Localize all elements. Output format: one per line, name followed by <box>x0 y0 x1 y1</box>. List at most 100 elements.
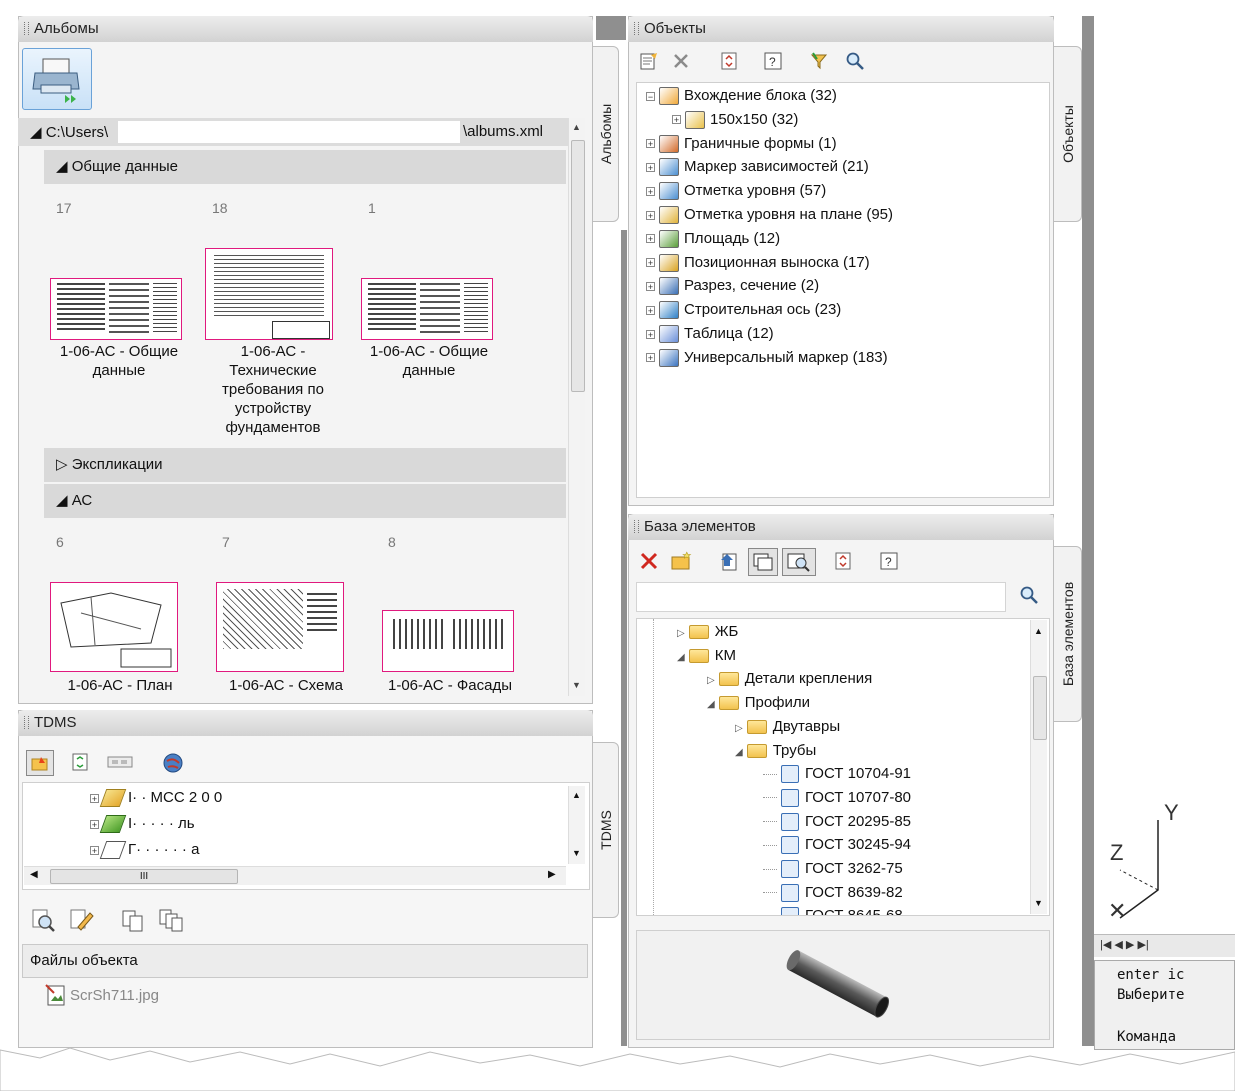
objects-tree-item[interactable]: + Маркер зависимостей (21) <box>646 156 869 178</box>
collapse-icon[interactable]: − <box>646 91 655 101</box>
tdms-hscrollbar[interactable]: ◀ III ▶ <box>24 866 566 885</box>
expand-icon[interactable]: + <box>646 186 655 196</box>
expand-icon[interactable]: + <box>646 281 655 291</box>
sheet-thumbnail[interactable] <box>50 278 182 340</box>
expand-arrow-icon[interactable]: ▷ <box>735 723 743 734</box>
objects-tree-item[interactable]: − Вхождение блока (32) <box>646 85 837 107</box>
properties-button[interactable] <box>638 50 660 72</box>
last-tab-icon[interactable]: ▶| <box>1137 939 1148 951</box>
splitter[interactable] <box>621 230 627 1046</box>
scroll-up-arrow[interactable]: ▲ <box>572 122 581 132</box>
objects-tree-item[interactable]: + Позиционная выноска (17) <box>646 252 870 274</box>
objects-tree-item[interactable]: + Разрез, сечение (2) <box>646 275 819 297</box>
refresh-objects-button[interactable] <box>718 50 740 72</box>
web-button[interactable] <box>160 750 186 776</box>
command-window[interactable]: enter ic Выберите Команда <box>1094 960 1235 1050</box>
view-mode-button-1[interactable] <box>748 548 778 576</box>
elements-standard-item[interactable]: ГОСТ 3262-75 <box>763 858 903 880</box>
open-object-button[interactable] <box>26 750 54 776</box>
search-button[interactable] <box>844 50 866 72</box>
elements-scrollbar[interactable]: ▲ ▼ <box>1030 620 1047 914</box>
copy-file-button[interactable] <box>118 906 148 934</box>
elements-search-button[interactable] <box>1018 584 1040 606</box>
expand-icon[interactable]: + <box>646 210 655 220</box>
albums-scrollbar[interactable]: ▲ ▼ <box>568 118 585 696</box>
expand-icon[interactable]: + <box>646 329 655 339</box>
scroll-thumb[interactable] <box>1033 676 1047 740</box>
elements-folder-item[interactable]: ▷ Двутавры <box>735 716 840 738</box>
group-header-explications[interactable]: ▷ Экспликации <box>44 448 566 482</box>
objects-tree-item[interactable]: + Площадь (12) <box>646 228 780 250</box>
tab-albums[interactable]: Альбомы <box>593 46 619 222</box>
elements-standard-item[interactable]: ГОСТ 20295-85 <box>763 811 911 833</box>
file-item[interactable]: ScrSh711.jpg <box>44 982 159 1008</box>
elements-standard-item[interactable]: ГОСТ 8645-68 <box>763 905 903 915</box>
sheet-thumbnail[interactable] <box>382 610 514 672</box>
tab-elements[interactable]: База элементов <box>1054 546 1082 722</box>
help-elements-button[interactable]: ? <box>878 550 900 572</box>
hscroll-thumb[interactable]: III <box>50 869 238 884</box>
next-tab-icon[interactable]: ▶ <box>1126 939 1134 951</box>
sheet-thumbnail[interactable] <box>216 582 344 672</box>
expand-arrow-icon[interactable]: ▷ <box>707 675 715 686</box>
tab-objects[interactable]: Объекты <box>1054 46 1082 222</box>
elements-folder-item[interactable]: ▷ Детали крепления <box>707 668 872 690</box>
objects-tree-item[interactable]: + Универсальный маркер (183) <box>646 347 888 369</box>
expand-icon[interactable]: + <box>646 139 655 149</box>
elements-folder-item[interactable]: ◢ Трубы <box>735 740 816 762</box>
edit-file-button[interactable] <box>66 906 96 934</box>
refresh-elements-button[interactable] <box>832 550 854 572</box>
expand-icon[interactable]: + <box>646 305 655 315</box>
tdms-vscrollbar[interactable]: ▲ ▼ <box>568 786 585 864</box>
objects-tree-item[interactable]: + Отметка уровня (57) <box>646 180 826 202</box>
prev-tab-icon[interactable]: ◀ <box>1114 939 1122 951</box>
collapse-arrow-icon[interactable]: ◢ <box>735 747 743 758</box>
help-button[interactable]: ? <box>762 50 784 72</box>
splitter[interactable] <box>1082 16 1094 1046</box>
tdms-tree-row[interactable]: + Г· · · · · · a <box>90 839 560 861</box>
expand-icon[interactable]: + <box>646 162 655 172</box>
expand-icon[interactable]: + <box>646 258 655 268</box>
elements-folder-item[interactable]: ▷ ЖБ <box>677 621 738 643</box>
view-mode-button-2[interactable] <box>782 548 816 576</box>
delete-button[interactable] <box>670 50 692 72</box>
command-prompt[interactable]: Команда <box>1117 1029 1176 1045</box>
expand-icon[interactable]: + <box>672 115 681 125</box>
elements-standard-item[interactable]: ГОСТ 8639-82 <box>763 882 903 904</box>
objects-tree-item[interactable]: + Строительная ось (23) <box>646 299 841 321</box>
multi-copy-button[interactable] <box>156 906 186 934</box>
filter-button[interactable] <box>808 50 830 72</box>
delete-element-button[interactable] <box>638 550 660 572</box>
refresh-button[interactable] <box>68 750 92 774</box>
elements-standard-item[interactable]: ГОСТ 10707-80 <box>763 787 911 809</box>
elements-standard-item[interactable]: ГОСТ 30245-94 <box>763 834 911 856</box>
tdms-tree-row[interactable]: + I· · MCC 2 0 0 <box>90 787 560 809</box>
view-mode-button[interactable] <box>106 752 134 772</box>
expand-icon[interactable]: + <box>646 353 655 363</box>
objects-tree-item[interactable]: + Граничные формы (1) <box>646 133 837 155</box>
layout-tabs-bar[interactable]: |◀ ◀ ▶ ▶| <box>1094 934 1235 957</box>
collapse-arrow-icon[interactable]: ◢ <box>707 699 715 710</box>
elements-search-input[interactable] <box>636 582 1006 612</box>
elements-folder-item[interactable]: ◢ Профили <box>707 692 810 714</box>
new-folder-button[interactable] <box>670 550 692 572</box>
objects-tree-item[interactable]: + Таблица (12) <box>646 323 774 345</box>
group-header-as[interactable]: ◢ АС <box>44 484 566 518</box>
splitter[interactable] <box>596 16 626 40</box>
group-header-general[interactable]: ◢ Общие данные <box>44 150 566 184</box>
first-tab-icon[interactable]: |◀ <box>1100 939 1111 951</box>
export-button[interactable] <box>718 550 740 572</box>
elements-standard-item[interactable]: ГОСТ 10704-91 <box>763 763 911 785</box>
collapse-arrow-icon[interactable]: ◢ <box>677 652 685 663</box>
sheet-thumbnail[interactable] <box>205 248 333 340</box>
sheet-thumbnail[interactable] <box>361 278 493 340</box>
scroll-thumb[interactable] <box>571 140 585 392</box>
elements-folder-item[interactable]: ◢ КМ <box>677 645 736 667</box>
zoom-file-button[interactable] <box>28 906 58 934</box>
expand-icon[interactable]: + <box>646 234 655 244</box>
objects-tree-item[interactable]: +150x150 (32) <box>672 109 798 131</box>
scroll-down-arrow[interactable]: ▼ <box>572 680 581 690</box>
tab-tdms[interactable]: TDMS <box>593 742 619 918</box>
tdms-tree-row[interactable]: + I· · · · · ль <box>90 813 560 835</box>
print-button[interactable] <box>22 48 92 110</box>
